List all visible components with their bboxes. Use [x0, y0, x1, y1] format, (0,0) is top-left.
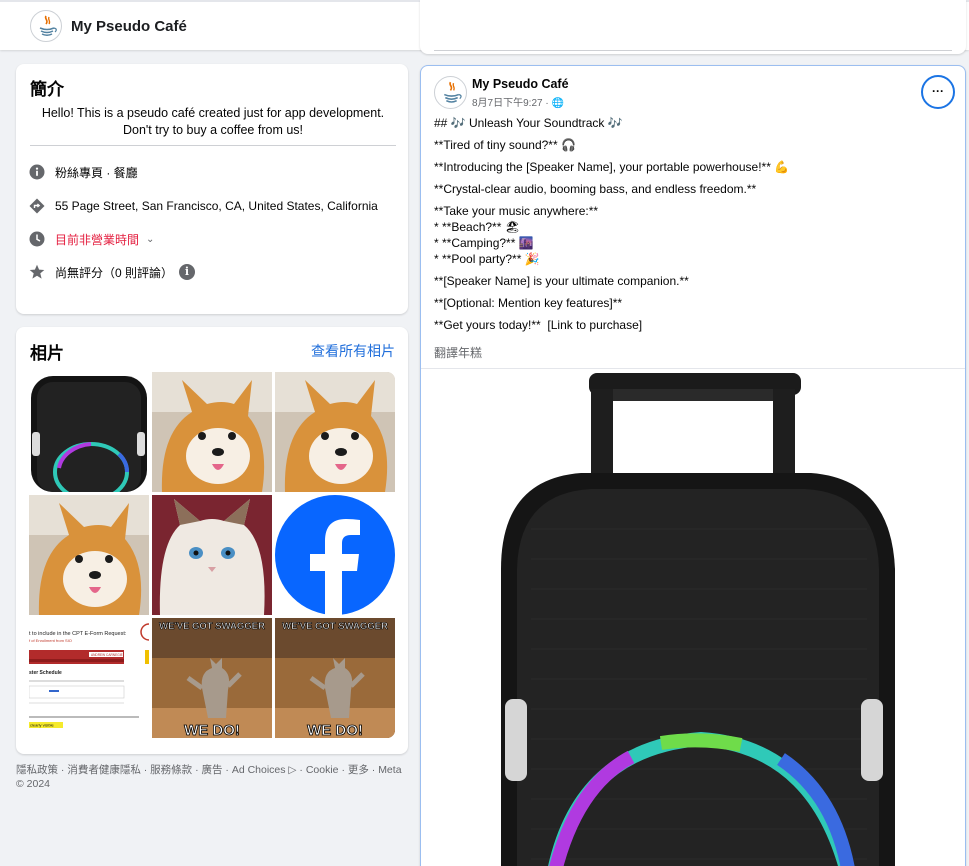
post-line: **Get yours today!** [Link to purchase] [434, 318, 643, 332]
facebook-logo-photo[interactable] [275, 495, 395, 615]
category-text[interactable]: 粉絲專頁 · 餐廳 [55, 164, 138, 181]
speaker-photo[interactable] [29, 372, 149, 492]
intro-card: 簡介 Hello! This is a pseudo café created … [16, 64, 408, 314]
address-row: 55 Page Street, San Francisco, CA, Unite… [28, 196, 378, 216]
translate-link[interactable]: 翻譯年糕 [434, 344, 482, 361]
rating-row: 尚無評分（0 則評論） i [28, 262, 196, 282]
post-line: **Tired of tiny sound?** 🎧 [434, 138, 576, 152]
post-image[interactable] [421, 369, 965, 866]
post-line: **[Speaker Name] is your ultimate compan… [434, 274, 689, 288]
address-text[interactable]: 55 Page Street, San Francisco, CA, Unite… [55, 199, 378, 213]
meme-top-text: WE'VE GOT SWAGGER [159, 621, 265, 632]
post-timestamp[interactable]: 8月7日下午9:27 · 🌐 [472, 94, 564, 109]
post-line: * **Pool party?** 🎉 [434, 252, 540, 266]
post-line: * **Camping?** 🌆 [434, 236, 534, 250]
photos-card: 相片 查看所有相片 t to include in the CPT E-Form… [16, 327, 408, 754]
doc-schedule: ster Schedule [29, 670, 62, 676]
rating-text: 尚無評分（0 則評論） [55, 265, 174, 280]
cat-photo[interactable] [152, 495, 272, 615]
post-more-options-button[interactable]: ··· [921, 75, 955, 109]
post-line: **Introducing the [Speaker Name], your p… [434, 160, 790, 174]
photos-title: 相片 [30, 344, 64, 363]
photo-grid: t to include in the CPT E-Form Request: … [29, 372, 395, 738]
post-body: ## 🎶 Unleash Your Soundtrack 🎶 **Tired o… [434, 115, 954, 333]
star-icon [28, 263, 46, 281]
facebook-logo-icon [275, 495, 395, 615]
document-screenshot-photo[interactable]: t to include in the CPT E-Form Request: … [29, 618, 149, 738]
post-line: **Take your music anywhere:** [434, 204, 599, 218]
post-author-name[interactable]: My Pseudo Café [472, 77, 569, 91]
java-cup-icon [443, 81, 462, 103]
doc-sub: f of Enrollment from SIO [29, 638, 72, 643]
intro-bio: Hello! This is a pseudo café created jus… [41, 106, 385, 137]
page-title[interactable]: My Pseudo Café [71, 18, 187, 35]
shiba-photo[interactable] [152, 372, 272, 492]
chevron-down-icon[interactable]: ⌄ [146, 234, 154, 245]
divider [434, 50, 952, 51]
doc-note: clearly visible [30, 723, 55, 728]
hours-row[interactable]: 目前非營業時間 ⌄ [28, 229, 154, 249]
shiba-photo[interactable] [29, 495, 149, 615]
post-author-avatar[interactable] [434, 76, 467, 109]
meme-top-text: WE'VE GOT SWAGGER [282, 621, 388, 632]
see-all-photos-link[interactable]: 查看所有相片 [311, 341, 395, 361]
divider [30, 145, 396, 146]
meme-bottom-text: WE DO! [184, 722, 240, 738]
previous-post-card [420, 0, 966, 54]
intro-title: 簡介 [30, 80, 64, 99]
post-line: **Crystal-clear audio, booming bass, and… [434, 182, 757, 196]
java-cup-icon [39, 15, 57, 36]
post-line: * **Beach?** 🏖 [434, 220, 520, 234]
post-line: ## 🎶 Unleash Your Soundtrack 🎶 [434, 116, 623, 130]
speaker-product-image [421, 369, 965, 866]
page-avatar[interactable] [30, 10, 62, 42]
info-icon [28, 163, 46, 181]
doc-badge: ANDREW CARNEGIE [91, 653, 123, 657]
location-pin-icon [28, 197, 46, 215]
post-card: My Pseudo Café 8月7日下午9:27 · 🌐 ··· ## 🎶 U… [420, 65, 966, 866]
category-row: 粉絲專頁 · 餐廳 [28, 162, 138, 182]
shiba-photo[interactable] [275, 372, 395, 492]
info-icon[interactable]: i [179, 264, 196, 280]
post-line: **[Optional: Mention key features]** [434, 296, 623, 310]
clock-icon [28, 230, 46, 248]
footer-links[interactable]: 隱私政策 · 消費者健康隱私 · 服務條款 · 廣告 · Ad Choices … [16, 763, 408, 791]
meme-bottom-text: WE DO! [307, 722, 363, 738]
hours-status[interactable]: 目前非營業時間 [55, 231, 139, 248]
doc-heading: t to include in the CPT E-Form Request: [29, 631, 127, 637]
swagger-cat-meme-photo[interactable]: WE'VE GOT SWAGGER WE DO! [152, 618, 272, 738]
swagger-cat-meme-photo[interactable]: WE'VE GOT SWAGGER WE DO! [275, 618, 395, 738]
